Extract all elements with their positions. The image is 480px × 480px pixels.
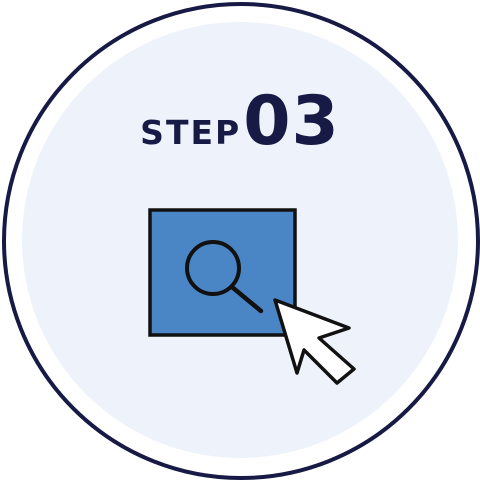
step-number: 03 (243, 82, 340, 161)
cursor-arrow-icon (273, 298, 356, 385)
step-word: STEP (140, 113, 242, 152)
search-click-illustration (148, 208, 356, 385)
step-heading: STEP03 (0, 82, 480, 161)
search-panel (148, 208, 297, 337)
